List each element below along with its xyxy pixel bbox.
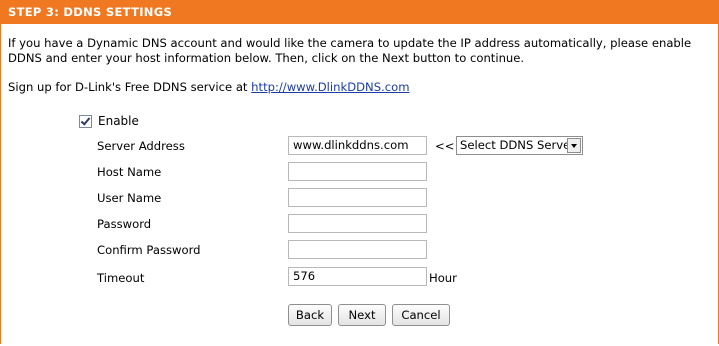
password-input[interactable]	[288, 214, 427, 233]
user-name-label: User Name	[97, 191, 162, 205]
dropdown-arrow-icon[interactable]	[567, 138, 581, 153]
timeout-unit: Hour	[429, 271, 457, 285]
timeout-input[interactable]: 576	[288, 267, 427, 286]
enable-row: Enable	[79, 113, 139, 129]
ddns-server-select-value: Select DDNS Server	[460, 138, 576, 152]
server-arrows: <<	[435, 139, 455, 153]
confirm-password-label: Confirm Password	[97, 243, 201, 257]
step-header: STEP 3: DDNS SETTINGS	[1, 0, 718, 24]
host-name-input[interactable]	[288, 162, 427, 181]
ddns-server-select[interactable]: Select DDNS Server	[456, 136, 583, 155]
signup-line: Sign up for D-Link's Free DDNS service a…	[8, 80, 410, 95]
host-name-label: Host Name	[97, 165, 162, 179]
user-name-input[interactable]	[288, 188, 427, 207]
signup-text: Sign up for D-Link's Free DDNS service a…	[8, 80, 248, 94]
enable-checkbox[interactable]	[79, 114, 92, 128]
back-button[interactable]: Back	[288, 304, 332, 326]
server-address-input[interactable]: www.dlinkddns.com	[288, 136, 427, 155]
next-button[interactable]: Next	[338, 304, 386, 326]
enable-label: Enable	[98, 114, 139, 128]
ddns-settings-panel: STEP 3: DDNS SETTINGS If you have a Dyna…	[0, 0, 719, 344]
confirm-password-input[interactable]	[288, 240, 427, 259]
password-label: Password	[97, 217, 152, 231]
dlink-ddns-link[interactable]: http://www.DlinkDDNS.com	[251, 80, 409, 94]
intro-text: If you have a Dynamic DNS account and wo…	[8, 36, 692, 65]
timeout-label: Timeout	[97, 271, 145, 285]
cancel-button[interactable]: Cancel	[392, 304, 450, 326]
server-address-label: Server Address	[97, 139, 185, 153]
